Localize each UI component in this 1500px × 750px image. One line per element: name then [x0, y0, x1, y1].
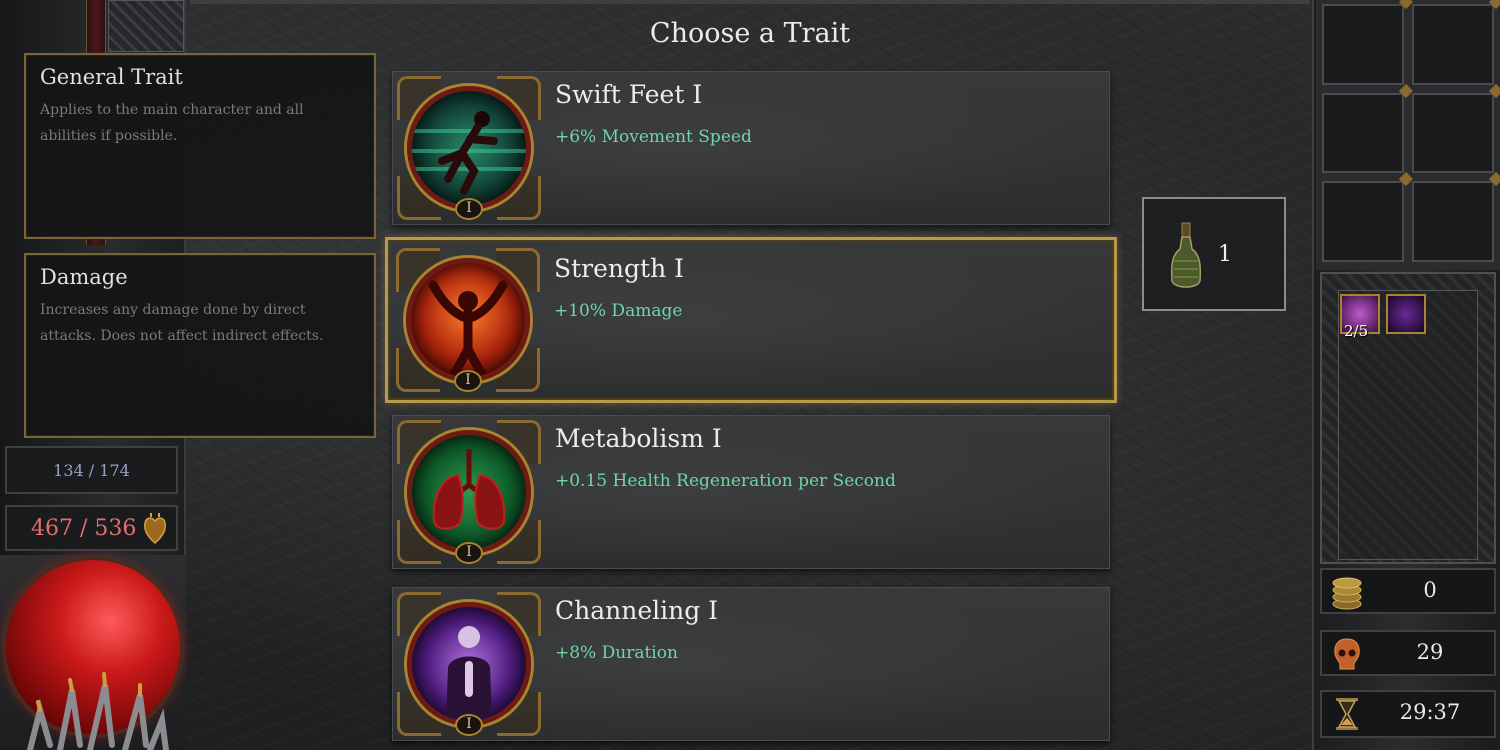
skull-icon	[1334, 638, 1360, 670]
rank-badge: I	[455, 198, 483, 220]
info-box-title: General Trait	[40, 65, 183, 89]
hourglass-icon	[1336, 698, 1358, 730]
trait-effect: +8% Duration	[555, 643, 678, 663]
trait-effect: +0.15 Health Regeneration per Second	[555, 471, 896, 491]
info-box-description: Applies to the main character and all ab…	[40, 102, 304, 144]
health-display: 467 / 536	[5, 505, 178, 551]
trait-card-strength[interactable]: I Strength I +10% Damage	[385, 237, 1117, 403]
inventory-slot[interactable]	[1412, 4, 1494, 85]
gold-value: 0	[1423, 578, 1437, 602]
trait-effect: +6% Movement Speed	[555, 127, 752, 147]
trait-effect: +10% Damage	[554, 301, 683, 321]
coin-stack-icon	[1332, 577, 1362, 610]
potion-slot[interactable]: 1	[1142, 197, 1286, 311]
inventory-slot[interactable]	[1322, 4, 1404, 85]
inventory-slot-grid	[1316, 0, 1500, 270]
rank-badge: I	[455, 714, 483, 736]
top-border	[190, 0, 1310, 4]
claw-hand-icon	[27, 672, 169, 750]
health-value: 467 / 536	[31, 515, 137, 541]
potion-bottle-icon	[1170, 222, 1202, 288]
heart-icon	[144, 513, 166, 545]
trait-icon-frame: I	[396, 248, 540, 392]
info-box-title: Damage	[40, 265, 128, 289]
lungs-icon	[407, 430, 531, 554]
mana-display: 134 / 174	[5, 446, 178, 494]
trait-icon-frame: I	[397, 592, 541, 736]
rank-badge: I	[455, 542, 483, 564]
rank-badge: I	[454, 370, 482, 392]
inventory-slot[interactable]	[1412, 181, 1494, 262]
left-rail-lattice	[108, 0, 184, 52]
gold-counter: 0	[1320, 568, 1496, 614]
trait-card-channeling[interactable]: I Channeling I +8% Duration	[392, 587, 1110, 741]
mana-value: 134 / 174	[53, 460, 130, 480]
trait-name: Channeling I	[555, 596, 719, 625]
potion-count: 1	[1218, 242, 1232, 267]
buff-icon[interactable]	[1386, 294, 1426, 334]
page-title: Choose a Trait	[649, 18, 851, 49]
trait-icon-frame: I	[397, 76, 541, 220]
trait-icon-frame: I	[397, 420, 541, 564]
trait-card-metabolism[interactable]: I Metabolism I +0.15 Health Regeneration…	[392, 415, 1110, 569]
inventory-slot[interactable]	[1412, 92, 1494, 174]
trait-name: Strength I	[554, 254, 684, 283]
general-trait-info-box: General Trait Applies to the main charac…	[24, 53, 376, 239]
strength-figure-icon	[406, 258, 530, 382]
trait-name: Metabolism I	[555, 424, 722, 453]
inventory-slot[interactable]	[1322, 181, 1404, 262]
inventory-slot[interactable]	[1322, 92, 1404, 174]
kills-value: 29	[1416, 640, 1444, 664]
damage-info-box: Damage Increases any damage done by dire…	[24, 253, 376, 438]
time-value: 29:37	[1399, 700, 1461, 724]
trait-name: Swift Feet I	[555, 80, 703, 109]
running-figure-icon	[407, 86, 531, 210]
praying-figure-icon	[407, 602, 531, 726]
info-box-description: Increases any damage done by direct atta…	[40, 302, 324, 344]
buff-stack-count: 2/5	[1344, 322, 1369, 340]
trait-card-swift-feet[interactable]: I Swift Feet I +6% Movement Speed	[392, 71, 1110, 225]
kills-counter: 29	[1320, 630, 1496, 676]
time-counter: 29:37	[1320, 690, 1496, 738]
